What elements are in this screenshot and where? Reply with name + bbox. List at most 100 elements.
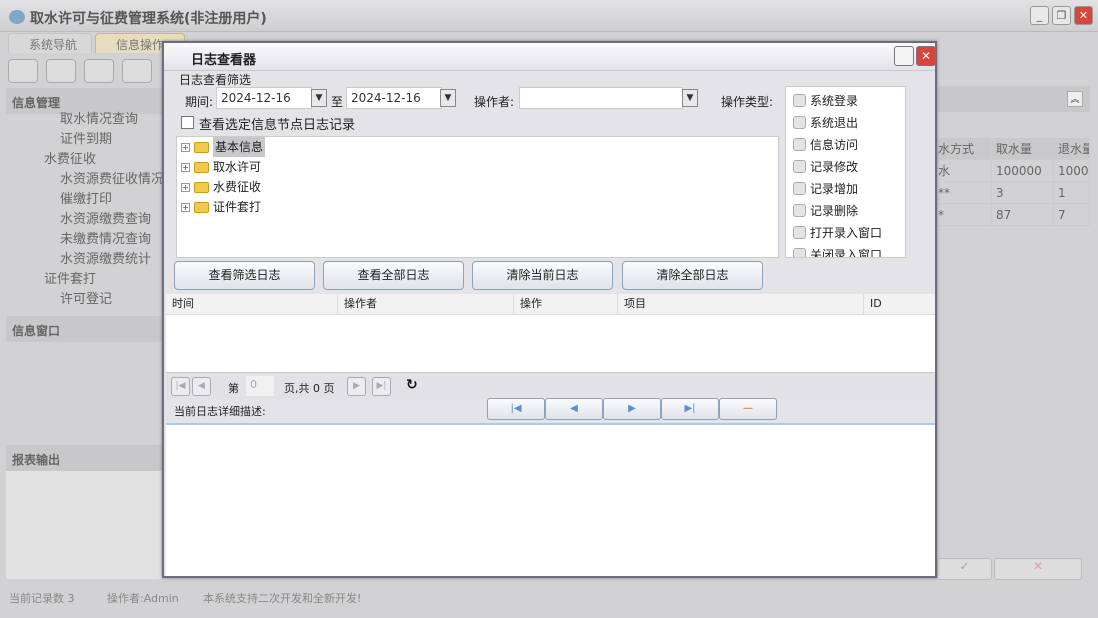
option-label: 记录删除 [810,204,859,218]
op-type-option[interactable]: 记录修改 [793,158,858,175]
folder-icon [194,181,209,193]
page-input[interactable]: 0 [246,376,274,396]
operator-dropdown-icon[interactable]: ▼ [682,89,698,107]
next-page-icon[interactable]: ▶ [347,377,366,396]
tree-item[interactable]: 催缴打印 [8,190,162,210]
cancel-button[interactable]: ✕ [994,558,1082,580]
tree-item[interactable]: 取水情况查询 [8,110,162,130]
checkbox[interactable] [793,94,806,107]
node-tree: + 基本信息 + 取水许可 + 水费征收 + 证件套打 [176,136,779,258]
date-from-dropdown-icon[interactable]: ▼ [311,89,327,107]
detail-textarea[interactable] [166,423,935,576]
remove-record-button[interactable]: — [719,398,777,420]
column-header[interactable]: 取水量 [992,138,1054,159]
checkbox[interactable] [793,116,806,129]
view-filtered-log-button[interactable]: 查看筛选日志 [174,261,315,290]
op-type-option[interactable]: 记录删除 [793,202,858,219]
maximize-button[interactable]: ❐ [1052,6,1071,25]
dialog-titlebar[interactable]: 日志查看器 [164,43,935,71]
table-row[interactable]: 水 100000 1000 [934,160,1090,182]
document-tool-button[interactable] [84,59,114,83]
tree-item[interactable]: 证件套打 [8,270,162,290]
tree-item[interactable]: 证件到期 [8,130,162,150]
prev-record-button[interactable]: ◀ [545,398,603,420]
last-page-icon[interactable]: ▶| [372,377,391,396]
first-record-button[interactable]: |◀ [487,398,545,420]
checkbox[interactable] [793,160,806,173]
close-button[interactable]: ✕ [1074,6,1093,25]
nav-tree: 取水情况查询 证件到期 水费征收 水资源费征收情况 催缴打印 水资源缴费查询 未… [8,110,164,310]
table-row[interactable]: ** 3 1 [934,182,1090,204]
info-window-header[interactable]: 信息窗口 [6,316,162,342]
cell: 1000 [1054,160,1090,181]
user-tool-button[interactable] [122,59,152,83]
clear-all-log-button[interactable]: 清除全部日志 [622,261,763,290]
op-type-option[interactable]: 信息访问 [793,136,858,153]
column-header[interactable]: 退水量 [1054,138,1090,159]
tree-node[interactable]: + 基本信息 [181,137,266,157]
node-log-label: 查看选定信息节点日志记录 [199,118,356,133]
tree-item[interactable]: 水资源费征收情况 [8,170,164,190]
date-to-input[interactable]: 2024-12-16 [346,87,442,109]
column-header[interactable]: 项目 [618,294,864,314]
date-to-dropdown-icon[interactable]: ▼ [440,89,456,107]
tree-item[interactable]: 水资源缴费统计 [8,250,162,270]
checkbox[interactable] [793,248,806,257]
tree-node[interactable]: + 证件套打 [181,197,261,217]
node-log-checkbox[interactable] [181,116,194,129]
op-type-option[interactable]: 记录增加 [793,180,858,197]
op-type-option[interactable]: 打开录入窗口 [793,224,882,241]
op-type-option[interactable]: 系统登录 [793,92,858,109]
date-from-input[interactable]: 2024-12-16 [216,87,312,109]
pager: |◀ ◀ 第 0 页,共 0 页 ▶ ▶| ↻ [166,372,935,399]
cell: * [934,204,992,225]
minimize-button[interactable]: _ [1030,6,1049,25]
op-type-option[interactable]: 系统退出 [793,114,858,131]
column-header[interactable]: ID [864,294,934,314]
checkbox[interactable] [793,138,806,151]
option-label: 系统登录 [810,94,859,108]
tree-node[interactable]: + 取水许可 [181,157,261,177]
clear-current-log-button[interactable]: 清除当前日志 [472,261,613,290]
next-record-button[interactable]: ▶ [603,398,661,420]
checkbox[interactable] [793,204,806,217]
column-header[interactable]: 操作者 [338,294,514,314]
search-tool-button[interactable] [8,59,38,83]
refresh-icon[interactable]: ↻ [406,377,418,393]
op-type-option[interactable]: 关闭录入窗口 [793,246,882,257]
cell: 3 [992,182,1054,203]
column-header[interactable]: 水方式 [934,138,992,159]
view-all-log-button[interactable]: 查看全部日志 [323,261,464,290]
tree-item[interactable]: 水费征收 [8,150,162,170]
tree-item[interactable]: 许可登记 [8,290,162,310]
checkbox[interactable] [793,182,806,195]
operator-select[interactable] [519,87,683,109]
last-record-button[interactable]: ▶| [661,398,719,420]
expand-icon[interactable]: + [181,162,190,172]
app-title: 取水许可与征费管理系统(非注册用户) [30,11,267,27]
column-header[interactable]: 操作 [514,294,618,314]
option-label: 记录增加 [810,182,859,196]
dialog-maximize-button[interactable] [894,46,914,66]
expand-icon[interactable]: + [181,182,190,192]
log-table-body [166,315,935,372]
list-tool-button[interactable] [46,59,76,83]
tab-system-nav[interactable]: 系统导航 [8,33,92,53]
confirm-button[interactable]: ✓ [937,558,992,580]
status-message: 本系统支持二次开发和全新开发! [203,592,362,605]
cell: 100000 [992,160,1054,181]
tree-node[interactable]: + 水费征收 [181,177,261,197]
expand-icon[interactable]: + [181,142,190,152]
column-header[interactable]: 时间 [166,294,338,314]
tree-item[interactable]: 未缴费情况查询 [8,230,162,250]
checkbox[interactable] [793,226,806,239]
tree-item[interactable]: 水资源缴费查询 [8,210,162,230]
dialog-close-button[interactable]: ✕ [916,46,936,66]
table-row[interactable]: * 87 7 [934,204,1090,226]
report-output-header[interactable]: 报表输出 [6,445,162,471]
record-count: 当前记录数 3 [9,592,75,605]
expand-icon[interactable]: + [181,202,190,212]
prev-page-icon[interactable]: ◀ [192,377,211,396]
first-page-icon[interactable]: |◀ [171,377,190,396]
collapse-icon[interactable]: ︽ [1067,91,1083,107]
